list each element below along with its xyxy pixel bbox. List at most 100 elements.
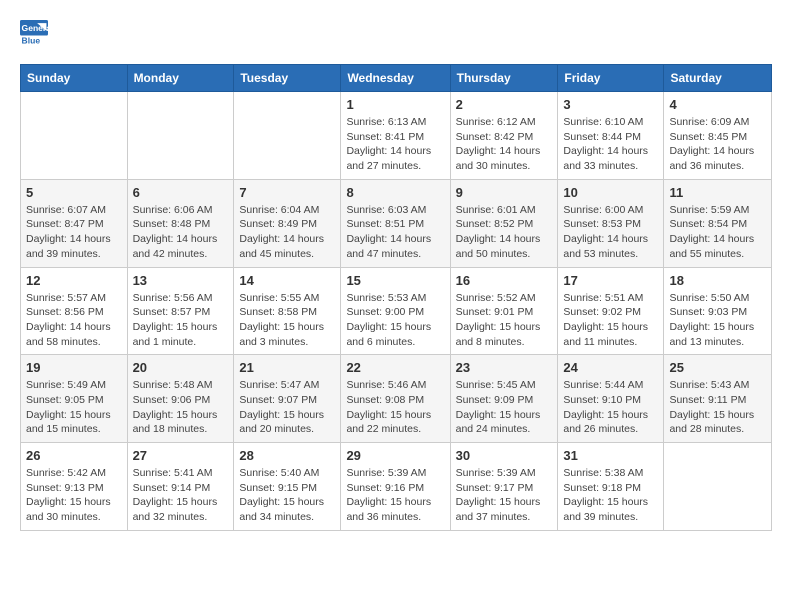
calendar-cell: 21 Sunrise: 5:47 AM Sunset: 9:07 PM Dayli…: [234, 355, 341, 443]
day-number: 14: [239, 273, 335, 288]
day-number: 13: [133, 273, 229, 288]
day-number: 5: [26, 185, 122, 200]
day-number: 20: [133, 360, 229, 375]
logo-icon: General Blue: [20, 20, 48, 48]
calendar-cell: 31 Sunrise: 5:38 AM Sunset: 9:18 PM Dayli…: [558, 443, 664, 531]
week-row-1: 1Sunrise: 6:13 AM Sunset: 8:41 PM Daylig…: [21, 92, 772, 180]
day-header-saturday: Saturday: [664, 65, 772, 92]
day-number: 11: [669, 185, 766, 200]
calendar-cell: 2Sunrise: 6:12 AM Sunset: 8:42 PM Daylig…: [450, 92, 558, 180]
day-info: Sunrise: 6:10 AM Sunset: 8:44 PM Dayligh…: [563, 115, 658, 174]
day-info: Sunrise: 6:12 AM Sunset: 8:42 PM Dayligh…: [456, 115, 553, 174]
day-number: 8: [346, 185, 444, 200]
calendar-cell: 13 Sunrise: 5:56 AM Sunset: 8:57 PM Dayli…: [127, 267, 234, 355]
calendar-cell: 22 Sunrise: 5:46 AM Sunset: 9:08 PM Dayli…: [341, 355, 450, 443]
day-info: Sunrise: 6:13 AM Sunset: 8:41 PM Dayligh…: [346, 115, 444, 174]
day-info: Sunrise: 5:44 AM Sunset: 9:10 PM Dayligh…: [563, 378, 658, 437]
calendar-table: SundayMondayTuesdayWednesdayThursdayFrid…: [20, 64, 772, 531]
day-info: Sunrise: 5:42 AM Sunset: 9:13 PM Dayligh…: [26, 466, 122, 525]
day-number: 31: [563, 448, 658, 463]
calendar-cell: 15 Sunrise: 5:53 AM Sunset: 9:00 PM Dayli…: [341, 267, 450, 355]
day-number: 18: [669, 273, 766, 288]
day-info: Sunrise: 5:57 AM Sunset: 8:56 PM Dayligh…: [26, 291, 122, 350]
calendar-cell: 17 Sunrise: 5:51 AM Sunset: 9:02 PM Dayli…: [558, 267, 664, 355]
calendar-cell: 14 Sunrise: 5:55 AM Sunset: 8:58 PM Dayli…: [234, 267, 341, 355]
day-info: Sunrise: 5:43 AM Sunset: 9:11 PM Dayligh…: [669, 378, 766, 437]
day-header-thursday: Thursday: [450, 65, 558, 92]
calendar-cell: 8Sunrise: 6:03 AM Sunset: 8:51 PM Daylig…: [341, 179, 450, 267]
days-header-row: SundayMondayTuesdayWednesdayThursdayFrid…: [21, 65, 772, 92]
calendar-cell: 19Sunrise: 5:49 AM Sunset: 9:05 PM Dayli…: [21, 355, 128, 443]
day-header-sunday: Sunday: [21, 65, 128, 92]
calendar-cell: 26Sunrise: 5:42 AM Sunset: 9:13 PM Dayli…: [21, 443, 128, 531]
calendar-cell: [234, 92, 341, 180]
day-number: 23: [456, 360, 553, 375]
calendar-cell: 1Sunrise: 6:13 AM Sunset: 8:41 PM Daylig…: [341, 92, 450, 180]
day-number: 19: [26, 360, 122, 375]
day-info: Sunrise: 5:38 AM Sunset: 9:18 PM Dayligh…: [563, 466, 658, 525]
day-number: 10: [563, 185, 658, 200]
day-number: 25: [669, 360, 766, 375]
calendar-cell: 24 Sunrise: 5:44 AM Sunset: 9:10 PM Dayli…: [558, 355, 664, 443]
calendar-cell: 30Sunrise: 5:39 AM Sunset: 9:17 PM Dayli…: [450, 443, 558, 531]
calendar-cell: 10 Sunrise: 6:00 AM Sunset: 8:53 PM Dayli…: [558, 179, 664, 267]
day-info: Sunrise: 5:46 AM Sunset: 9:08 PM Dayligh…: [346, 378, 444, 437]
calendar-cell: 6Sunrise: 6:06 AM Sunset: 8:48 PM Daylig…: [127, 179, 234, 267]
day-info: Sunrise: 6:06 AM Sunset: 8:48 PM Dayligh…: [133, 203, 229, 262]
calendar-cell: 11Sunrise: 5:59 AM Sunset: 8:54 PM Dayli…: [664, 179, 772, 267]
calendar-cell: [664, 443, 772, 531]
day-number: 17: [563, 273, 658, 288]
day-info: Sunrise: 5:39 AM Sunset: 9:16 PM Dayligh…: [346, 466, 444, 525]
day-info: Sunrise: 6:04 AM Sunset: 8:49 PM Dayligh…: [239, 203, 335, 262]
day-info: Sunrise: 5:56 AM Sunset: 8:57 PM Dayligh…: [133, 291, 229, 350]
day-number: 24: [563, 360, 658, 375]
calendar-cell: 9 Sunrise: 6:01 AM Sunset: 8:52 PM Daylig…: [450, 179, 558, 267]
calendar-cell: 16 Sunrise: 5:52 AM Sunset: 9:01 PM Dayli…: [450, 267, 558, 355]
day-info: Sunrise: 5:55 AM Sunset: 8:58 PM Dayligh…: [239, 291, 335, 350]
week-row-2: 5Sunrise: 6:07 AM Sunset: 8:47 PM Daylig…: [21, 179, 772, 267]
calendar-cell: 28 Sunrise: 5:40 AM Sunset: 9:15 PM Dayli…: [234, 443, 341, 531]
calendar-cell: [127, 92, 234, 180]
logo: General Blue: [20, 20, 48, 48]
page-header: General Blue: [20, 20, 772, 48]
day-header-wednesday: Wednesday: [341, 65, 450, 92]
calendar-cell: 12 Sunrise: 5:57 AM Sunset: 8:56 PM Dayli…: [21, 267, 128, 355]
day-number: 22: [346, 360, 444, 375]
day-number: 15: [346, 273, 444, 288]
day-number: 3: [563, 97, 658, 112]
calendar-cell: 18 Sunrise: 5:50 AM Sunset: 9:03 PM Dayli…: [664, 267, 772, 355]
day-number: 4: [669, 97, 766, 112]
calendar-cell: 25 Sunrise: 5:43 AM Sunset: 9:11 PM Dayli…: [664, 355, 772, 443]
day-info: Sunrise: 6:00 AM Sunset: 8:53 PM Dayligh…: [563, 203, 658, 262]
day-info: Sunrise: 5:48 AM Sunset: 9:06 PM Dayligh…: [133, 378, 229, 437]
day-info: Sunrise: 5:45 AM Sunset: 9:09 PM Dayligh…: [456, 378, 553, 437]
calendar-cell: 7 Sunrise: 6:04 AM Sunset: 8:49 PM Daylig…: [234, 179, 341, 267]
day-number: 16: [456, 273, 553, 288]
day-number: 7: [239, 185, 335, 200]
week-row-3: 12 Sunrise: 5:57 AM Sunset: 8:56 PM Dayli…: [21, 267, 772, 355]
day-info: Sunrise: 5:53 AM Sunset: 9:00 PM Dayligh…: [346, 291, 444, 350]
day-info: Sunrise: 5:52 AM Sunset: 9:01 PM Dayligh…: [456, 291, 553, 350]
day-number: 21: [239, 360, 335, 375]
day-number: 9: [456, 185, 553, 200]
day-info: Sunrise: 6:09 AM Sunset: 8:45 PM Dayligh…: [669, 115, 766, 174]
day-header-friday: Friday: [558, 65, 664, 92]
calendar-cell: 23 Sunrise: 5:45 AM Sunset: 9:09 PM Dayli…: [450, 355, 558, 443]
day-info: Sunrise: 5:47 AM Sunset: 9:07 PM Dayligh…: [239, 378, 335, 437]
calendar-cell: 3 Sunrise: 6:10 AM Sunset: 8:44 PM Daylig…: [558, 92, 664, 180]
day-number: 27: [133, 448, 229, 463]
day-number: 12: [26, 273, 122, 288]
day-header-monday: Monday: [127, 65, 234, 92]
calendar-cell: [21, 92, 128, 180]
day-info: Sunrise: 5:50 AM Sunset: 9:03 PM Dayligh…: [669, 291, 766, 350]
day-info: Sunrise: 5:40 AM Sunset: 9:15 PM Dayligh…: [239, 466, 335, 525]
day-info: Sunrise: 6:01 AM Sunset: 8:52 PM Dayligh…: [456, 203, 553, 262]
day-info: Sunrise: 5:41 AM Sunset: 9:14 PM Dayligh…: [133, 466, 229, 525]
day-number: 28: [239, 448, 335, 463]
day-info: Sunrise: 5:51 AM Sunset: 9:02 PM Dayligh…: [563, 291, 658, 350]
calendar-cell: 27 Sunrise: 5:41 AM Sunset: 9:14 PM Dayli…: [127, 443, 234, 531]
day-header-tuesday: Tuesday: [234, 65, 341, 92]
svg-text:Blue: Blue: [22, 35, 41, 45]
week-row-5: 26Sunrise: 5:42 AM Sunset: 9:13 PM Dayli…: [21, 443, 772, 531]
calendar-cell: 5Sunrise: 6:07 AM Sunset: 8:47 PM Daylig…: [21, 179, 128, 267]
